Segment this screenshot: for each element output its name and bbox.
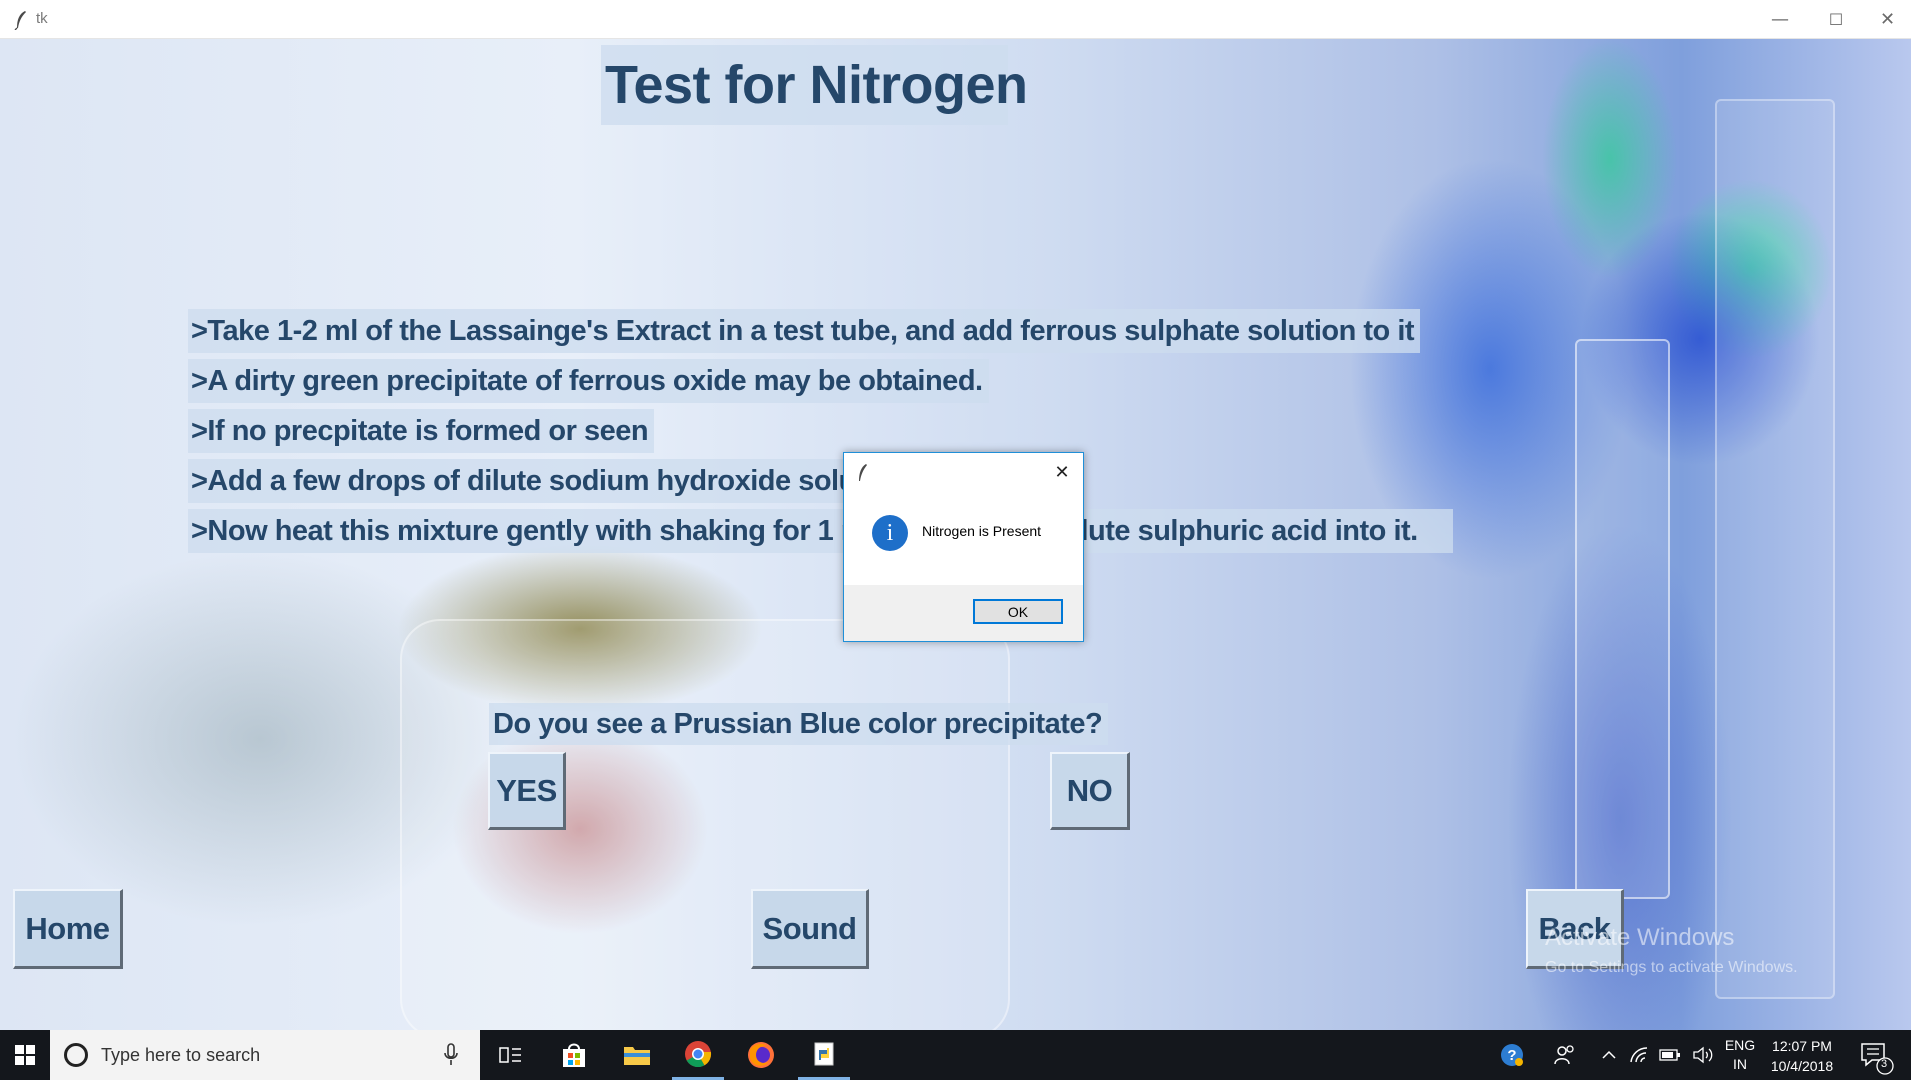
show-hidden-icons-button[interactable] (1595, 1030, 1623, 1080)
firefox-button[interactable] (735, 1030, 787, 1080)
help-tray-button[interactable]: ? (1490, 1030, 1534, 1080)
home-button[interactable]: Home (13, 889, 123, 969)
chevron-up-icon (1602, 1050, 1616, 1059)
sound-button[interactable]: Sound (751, 889, 869, 969)
step-text: >Now heat this mixture gently with shaki… (188, 509, 1453, 553)
volume-icon (1693, 1046, 1713, 1064)
dialog-close-button[interactable]: ✕ (1051, 461, 1073, 483)
page-title: Test for Nitrogen (601, 45, 1028, 125)
battery-tray-button[interactable] (1655, 1030, 1685, 1080)
tk-feather-icon (14, 11, 26, 30)
taskbar-search-box[interactable]: Type here to search (50, 1030, 480, 1080)
minimize-button[interactable]: — (1752, 0, 1808, 39)
background-tube (1715, 99, 1835, 999)
dialog-footer: OK (844, 585, 1083, 641)
tk-feather-icon (859, 464, 867, 481)
volume-tray-button[interactable] (1688, 1030, 1718, 1080)
info-icon: i (872, 515, 908, 551)
clock-time: 12:07 PM (1772, 1038, 1832, 1054)
background-flask-neck (1575, 339, 1670, 899)
notification-count: 3 (1881, 1058, 1888, 1070)
input-language-indicator[interactable]: ENG IN (1722, 1036, 1758, 1074)
people-icon (1554, 1045, 1574, 1065)
window-title: tk (36, 10, 48, 27)
action-center-button[interactable]: 3 (1850, 1030, 1900, 1080)
chrome-icon (685, 1040, 712, 1067)
file-explorer-icon (624, 1047, 650, 1065)
maximize-button[interactable]: ☐ (1808, 0, 1864, 39)
language-code: ENG (1724, 1037, 1756, 1053)
battery-icon (1659, 1049, 1680, 1061)
notification-icon (1861, 1043, 1894, 1075)
chrome-button[interactable] (672, 1030, 724, 1080)
taskbar: Type here to search ? ENG IN 12:07 PM 10… (0, 1030, 1911, 1080)
taskbar-clock[interactable]: 12:07 PM 10/4/2018 (1766, 1036, 1838, 1076)
clock-date: 10/4/2018 (1770, 1058, 1834, 1074)
file-explorer-button[interactable] (611, 1030, 663, 1080)
question-text: Do you see a Prussian Blue color precipi… (489, 703, 1109, 745)
store-button[interactable] (548, 1030, 600, 1080)
step-text: >Take 1-2 ml of the Lassainge's Extract … (188, 309, 1421, 353)
help-icon: ? (1501, 1044, 1523, 1066)
firefox-icon (748, 1042, 774, 1068)
yes-button[interactable]: YES (488, 752, 566, 830)
close-window-button[interactable]: ✕ (1864, 0, 1911, 39)
windows-logo-icon (15, 1045, 35, 1065)
ok-button[interactable]: OK (973, 599, 1063, 624)
microphone-icon[interactable] (444, 1043, 458, 1067)
close-icon: ✕ (1054, 461, 1070, 483)
dialog-message: Nitrogen is Present (922, 523, 1042, 539)
python-idle-button[interactable] (798, 1030, 850, 1080)
step-text: >A dirty green precipitate of ferrous ox… (188, 359, 989, 403)
store-icon (563, 1043, 585, 1067)
minimize-icon: — (1771, 9, 1789, 30)
dialog-body: i Nitrogen is Present (844, 493, 1083, 585)
activate-windows-hint: Go to Settings to activate Windows. (1545, 959, 1798, 976)
cortana-icon (64, 1043, 88, 1067)
network-tray-button[interactable] (1625, 1030, 1653, 1080)
no-button[interactable]: NO (1050, 752, 1130, 830)
wifi-icon (1630, 1047, 1648, 1063)
start-button[interactable] (0, 1030, 50, 1080)
python-idle-icon (814, 1042, 834, 1065)
close-icon: ✕ (1879, 9, 1896, 30)
region-code: IN (1733, 1056, 1747, 1072)
maximize-icon: ☐ (1828, 10, 1844, 29)
activate-windows-watermark: Activate Windows (1545, 924, 1735, 951)
task-view-button[interactable] (485, 1030, 537, 1080)
window-titlebar: tk — ☐ ✕ (0, 0, 1911, 39)
search-placeholder: Type here to search (101, 1045, 261, 1065)
task-view-icon (499, 1047, 521, 1063)
people-tray-button[interactable] (1545, 1030, 1585, 1080)
info-dialog: ✕ i Nitrogen is Present OK (843, 452, 1084, 642)
step-text: >If no precpitate is formed or seen (188, 409, 655, 453)
